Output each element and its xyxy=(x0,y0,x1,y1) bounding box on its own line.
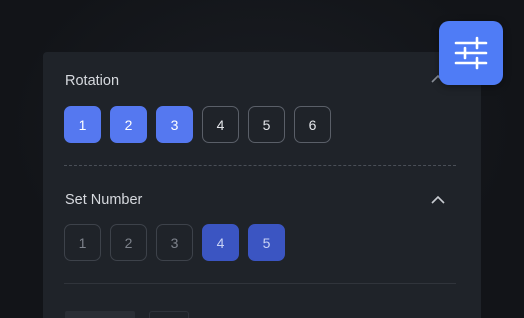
section-divider xyxy=(64,165,456,166)
set-number-title: Set Number xyxy=(65,192,143,208)
sliders-icon xyxy=(454,36,488,70)
set-number-collapse-chevron-up-icon[interactable] xyxy=(431,195,445,207)
rotation-option-5[interactable]: 5 xyxy=(248,106,285,143)
rotation-option-2[interactable]: 2 xyxy=(110,106,147,143)
faded-pill xyxy=(149,311,190,318)
faded-label xyxy=(65,311,135,318)
section-divider-bottom xyxy=(64,283,456,284)
filter-settings-button[interactable] xyxy=(439,21,503,85)
rotation-options: 1 2 3 4 5 6 xyxy=(64,106,331,143)
set-number-option-5[interactable]: 5 xyxy=(248,224,285,261)
rotation-title: Rotation xyxy=(65,73,120,89)
rotation-option-1[interactable]: 1 xyxy=(64,106,101,143)
app-stage: Rotation 1 2 3 4 5 6 Set Number 1 2 3 4 … xyxy=(0,0,524,318)
set-number-option-1[interactable]: 1 xyxy=(64,224,101,261)
set-number-option-2[interactable]: 2 xyxy=(110,224,147,261)
next-section-faded xyxy=(65,308,457,318)
rotation-option-6[interactable]: 6 xyxy=(294,106,331,143)
set-number-option-3[interactable]: 3 xyxy=(156,224,193,261)
filter-panel: Rotation 1 2 3 4 5 6 Set Number 1 2 3 4 … xyxy=(43,52,481,318)
rotation-option-3[interactable]: 3 xyxy=(156,106,193,143)
rotation-option-4[interactable]: 4 xyxy=(202,106,239,143)
set-number-option-4[interactable]: 4 xyxy=(202,224,239,261)
set-number-options: 1 2 3 4 5 xyxy=(64,224,285,261)
